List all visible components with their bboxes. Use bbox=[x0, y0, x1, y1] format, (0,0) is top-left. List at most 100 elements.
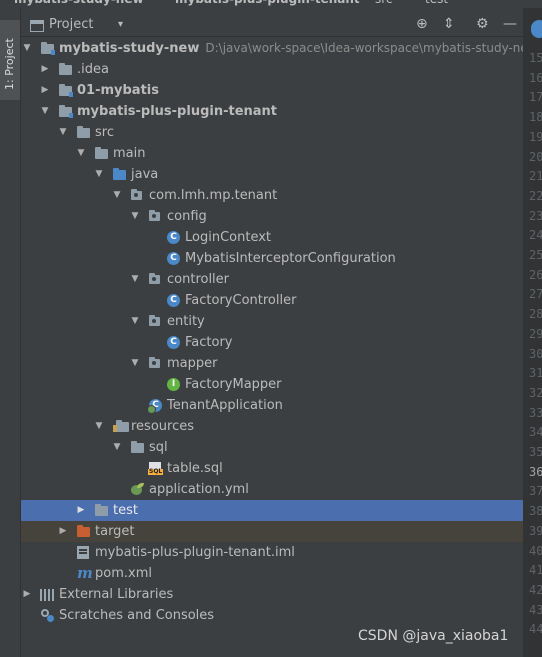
tree-item-target[interactable]: ▶ target bbox=[21, 521, 523, 542]
line-number: 44 bbox=[529, 622, 542, 637]
tree-item-label: mapper bbox=[167, 356, 218, 371]
tree-item-java[interactable]: ▼ java bbox=[21, 164, 523, 185]
tree-item-logincontext[interactable]: C LoginContext bbox=[21, 227, 523, 248]
tree-item-factory[interactable]: C Factory bbox=[21, 332, 523, 353]
expand-arrow-icon[interactable]: ▼ bbox=[57, 122, 69, 143]
class-icon: C bbox=[167, 336, 180, 349]
expand-arrow-icon[interactable]: ▼ bbox=[129, 269, 141, 290]
class-icon: C bbox=[167, 294, 180, 307]
line-number: 20 bbox=[529, 149, 542, 164]
panel-title[interactable]: Project bbox=[49, 17, 93, 32]
expand-arrow-icon[interactable]: ▼ bbox=[129, 311, 141, 332]
tree-item-controller[interactable]: ▼ controller bbox=[21, 269, 523, 290]
line-number: 43 bbox=[529, 602, 542, 617]
collapsed-arrow-icon[interactable]: ▶ bbox=[39, 80, 51, 101]
tree-item-sql[interactable]: ▼ sql bbox=[21, 437, 523, 458]
tree-item-label: config bbox=[167, 209, 207, 224]
tree-item-iml[interactable]: mybatis-plus-plugin-tenant.iml bbox=[21, 542, 523, 563]
line-number: 17 bbox=[529, 90, 542, 105]
line-number: 24 bbox=[529, 228, 542, 243]
tree-item-label: TenantApplication bbox=[167, 398, 283, 413]
tree-item-01-mybatis[interactable]: ▶ 01-mybatis bbox=[21, 80, 523, 101]
line-number: 39 bbox=[529, 523, 542, 538]
tree-item-label: test bbox=[113, 503, 138, 518]
line-number: 28 bbox=[529, 307, 542, 322]
tree-item-entity[interactable]: ▼ entity bbox=[21, 311, 523, 332]
expand-arrow-icon[interactable]: ▼ bbox=[129, 353, 141, 374]
tree-item-tenantapplication[interactable]: C TenantApplication bbox=[21, 395, 523, 416]
tree-item-idea[interactable]: ▶ .idea bbox=[21, 59, 523, 80]
tree-item-package[interactable]: ▼ com.lmh.mp.tenant bbox=[21, 185, 523, 206]
project-tool-tab[interactable]: 1: Project bbox=[0, 20, 20, 100]
folder-icon bbox=[95, 504, 108, 516]
package-icon bbox=[149, 210, 160, 221]
line-number: 21 bbox=[529, 169, 542, 184]
line-number: 30 bbox=[529, 346, 542, 361]
tree-item-mapper[interactable]: ▼ mapper bbox=[21, 353, 523, 374]
module-folder-icon bbox=[59, 105, 73, 118]
folder-icon bbox=[77, 126, 90, 138]
collapsed-arrow-icon[interactable]: ▶ bbox=[57, 521, 69, 542]
line-number: 19 bbox=[529, 129, 542, 144]
tree-item-external-libraries[interactable]: ▶ External Libraries bbox=[21, 584, 523, 605]
tree-item-tenant-module[interactable]: ▼ mybatis-plus-plugin-tenant bbox=[21, 101, 523, 122]
collapse-icon[interactable]: ⇕ bbox=[443, 16, 455, 32]
line-number: 16 bbox=[529, 70, 542, 85]
target-icon[interactable]: ⊕ bbox=[416, 16, 428, 32]
line-number: 25 bbox=[529, 248, 542, 262]
collapsed-arrow-icon[interactable]: ▶ bbox=[21, 584, 33, 605]
folder-icon bbox=[59, 63, 72, 75]
tree-item-config[interactable]: ▼ config bbox=[21, 206, 523, 227]
tree-item-project-root[interactable]: ▼ mybatis-study-new D:\java\work-space\Id… bbox=[21, 38, 538, 59]
expand-arrow-icon[interactable]: ▼ bbox=[111, 437, 123, 458]
project-panel: Project ▾ ⊕ ⇕ ⚙ — ▼ mybatis-study-new D:\… bbox=[21, 8, 538, 657]
expand-arrow-icon[interactable]: ▼ bbox=[129, 206, 141, 227]
expand-arrow-icon[interactable]: ▼ bbox=[39, 101, 51, 122]
folder-icon bbox=[95, 147, 108, 159]
minimize-icon[interactable]: — bbox=[503, 16, 517, 32]
expand-arrow-icon[interactable]: ▼ bbox=[21, 38, 33, 59]
tree-item-label: sql bbox=[149, 440, 168, 455]
breadcrumb-item[interactable]: mybatis-plus-plugin-tenant bbox=[175, 0, 360, 6]
tree-item-label: 01-mybatis bbox=[77, 83, 159, 98]
tree-item-application-yml[interactable]: application.yml bbox=[21, 479, 523, 500]
chevron-down-icon[interactable]: ▾ bbox=[118, 19, 123, 30]
collapsed-arrow-icon[interactable]: ▶ bbox=[75, 500, 87, 521]
tree-item-factorymapper[interactable]: I FactoryMapper bbox=[21, 374, 523, 395]
editor-tab-icon[interactable] bbox=[531, 20, 542, 38]
line-number: 23 bbox=[529, 208, 542, 223]
sql-file-icon bbox=[148, 462, 164, 475]
tree-item-label: mybatis-study-new bbox=[59, 41, 200, 56]
collapsed-arrow-icon[interactable]: ▶ bbox=[39, 59, 51, 80]
project-path: D:\java\work-space\Idea-workspace\mybati… bbox=[205, 41, 538, 55]
tree-item-label: .idea bbox=[77, 62, 109, 77]
breadcrumb-item[interactable]: test bbox=[425, 0, 448, 6]
expand-arrow-icon[interactable]: ▼ bbox=[93, 416, 105, 437]
breadcrumb-item[interactable]: mybatis-study-new bbox=[14, 0, 144, 6]
tree-item-label: pom.xml bbox=[95, 566, 152, 581]
tree-item-scratches[interactable]: Scratches and Consoles bbox=[21, 605, 523, 626]
tree-item-table-sql[interactable]: table.sql bbox=[21, 458, 523, 479]
module-folder-icon bbox=[41, 42, 55, 55]
tree-item-src[interactable]: ▼ src bbox=[21, 122, 523, 143]
breadcrumb-item[interactable]: src bbox=[375, 0, 393, 6]
source-folder-icon bbox=[113, 168, 126, 180]
tree-item-label: src bbox=[95, 125, 114, 140]
line-number: 15 bbox=[529, 51, 542, 65]
iml-file-icon bbox=[77, 546, 89, 559]
tree-item-pom[interactable]: m pom.xml bbox=[21, 563, 523, 584]
tree-item-resources[interactable]: ▼ resources bbox=[21, 416, 523, 437]
library-icon bbox=[40, 589, 54, 601]
scratches-icon bbox=[41, 609, 54, 622]
expand-arrow-icon[interactable]: ▼ bbox=[75, 143, 87, 164]
folder-icon bbox=[131, 441, 144, 453]
tree-item-interceptor-config[interactable]: C MybatisInterceptorConfiguration bbox=[21, 248, 523, 269]
expand-arrow-icon[interactable]: ▼ bbox=[111, 185, 123, 206]
watermark: CSDN @java_xiaoba1 bbox=[358, 628, 509, 644]
gear-icon[interactable]: ⚙ bbox=[476, 16, 489, 32]
tree-item-factorycontroller[interactable]: C FactoryController bbox=[21, 290, 523, 311]
interface-icon: I bbox=[167, 378, 180, 391]
tree-item-main[interactable]: ▼ main bbox=[21, 143, 523, 164]
tree-item-test[interactable]: ▶ test bbox=[21, 500, 523, 521]
expand-arrow-icon[interactable]: ▼ bbox=[93, 164, 105, 185]
